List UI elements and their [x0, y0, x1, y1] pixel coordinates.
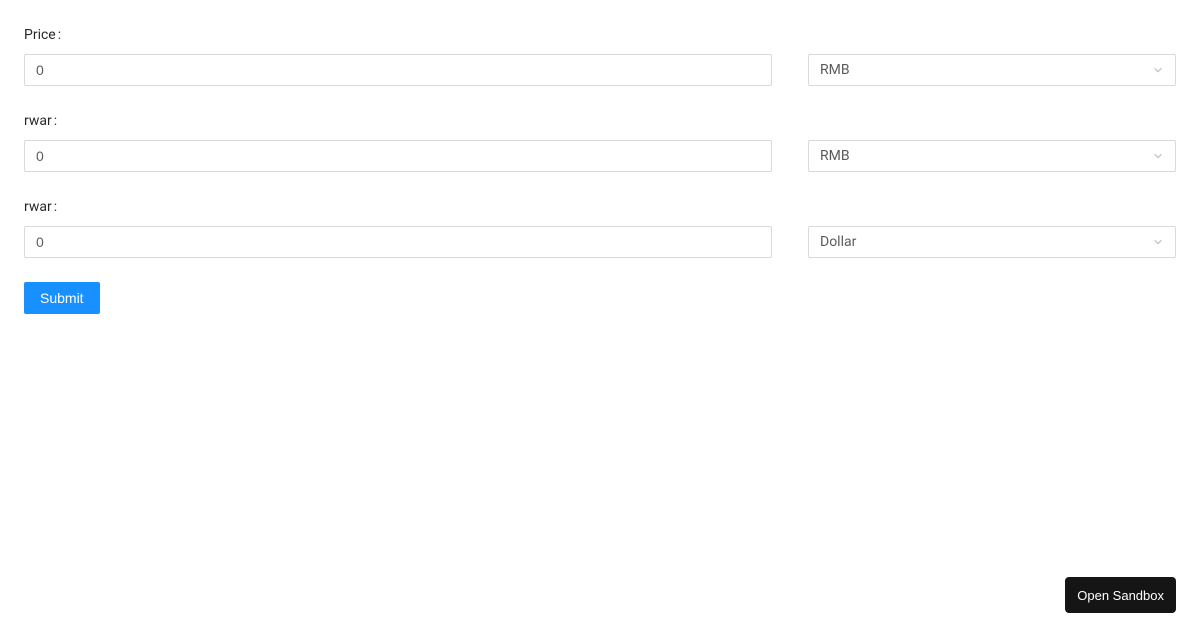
rwar-1-input-group: RMB: [24, 140, 1176, 172]
form-item-rwar-2: rwar Dollar: [24, 196, 1176, 258]
form-item-price: Price RMB: [24, 24, 1176, 86]
rwar-2-currency-value: Dollar: [820, 227, 856, 257]
rwar-1-currency-value: RMB: [820, 141, 850, 171]
price-input-group: RMB: [24, 54, 1176, 86]
rwar-1-currency-select[interactable]: RMB: [808, 140, 1176, 172]
rwar-1-label: rwar: [24, 110, 1176, 132]
price-label: Price: [24, 24, 1176, 46]
rwar-2-input[interactable]: [24, 226, 772, 258]
rwar-1-input[interactable]: [24, 140, 772, 172]
price-currency-value: RMB: [820, 55, 850, 85]
chevron-down-icon: [1152, 150, 1164, 162]
open-sandbox-button[interactable]: Open Sandbox: [1065, 577, 1176, 613]
price-form: Price RMB rwar RMB: [24, 24, 1176, 314]
price-input[interactable]: [24, 54, 772, 86]
rwar-2-label: rwar: [24, 196, 1176, 218]
rwar-2-currency-select[interactable]: Dollar: [808, 226, 1176, 258]
chevron-down-icon: [1152, 64, 1164, 76]
chevron-down-icon: [1152, 236, 1164, 248]
rwar-2-input-group: Dollar: [24, 226, 1176, 258]
submit-button[interactable]: Submit: [24, 282, 100, 314]
form-item-submit: Submit: [24, 282, 1176, 314]
price-currency-select[interactable]: RMB: [808, 54, 1176, 86]
form-item-rwar-1: rwar RMB: [24, 110, 1176, 172]
